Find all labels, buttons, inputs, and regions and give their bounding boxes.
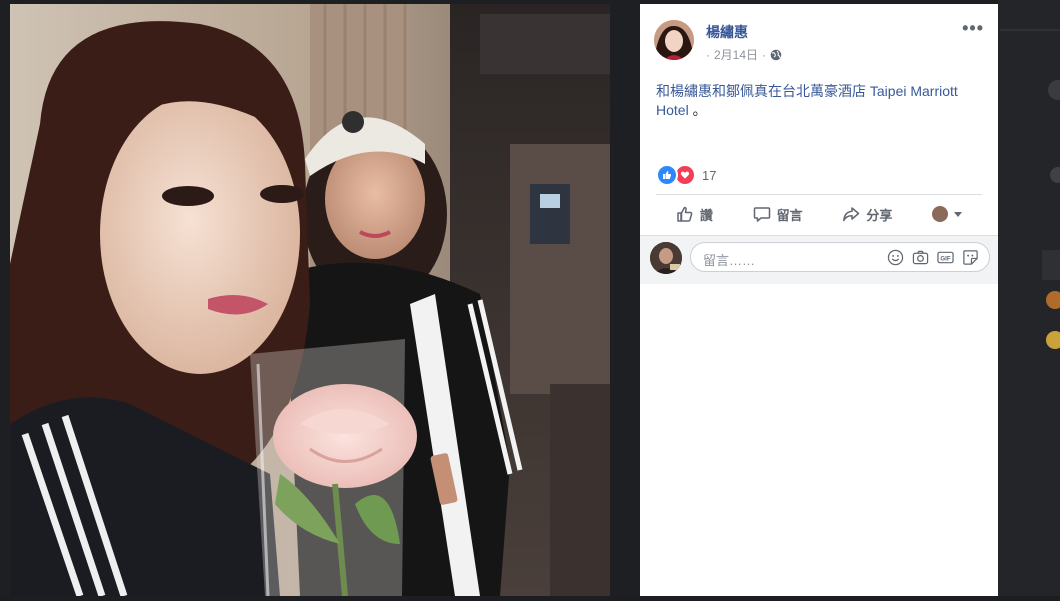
emoji-icon[interactable]: [887, 249, 904, 266]
post-actions: 讚 留言 分享: [656, 196, 982, 232]
comment-icon: [753, 207, 770, 222]
sticker-icon[interactable]: [962, 249, 979, 266]
post-text: 和楊繡惠和鄒佩真在台北萬豪酒店 Taipei Marriott Hotel 。: [656, 82, 976, 120]
comment-composer: 留言…… GIF: [640, 236, 998, 284]
divider: [656, 194, 982, 195]
user-avatar[interactable]: [650, 242, 682, 274]
post-panel: 楊繡惠 · 2月14日 · ••• 和楊繡惠和鄒佩真在台北萬豪酒店 Taipei…: [640, 4, 998, 596]
reaction-count: 17: [702, 167, 717, 183]
post-meta: · 2月14日 ·: [706, 46, 782, 63]
share-icon: [843, 207, 860, 222]
svg-text:GIF: GIF: [940, 255, 950, 262]
chevron-down-icon: [954, 211, 963, 217]
gif-icon[interactable]: GIF: [937, 249, 954, 266]
photo-viewer: [0, 0, 640, 596]
post-text-tail: 。: [692, 102, 707, 118]
like-label: 讚: [699, 207, 713, 223]
globe-icon[interactable]: [770, 49, 782, 61]
reaction-identity-selector[interactable]: [932, 206, 963, 222]
post-photo[interactable]: [10, 4, 610, 596]
comment-input[interactable]: 留言…… GIF: [690, 242, 990, 272]
comment-tools: GIF: [887, 249, 979, 266]
share-button[interactable]: 分享: [842, 205, 892, 224]
photo-illustration: [10, 4, 610, 596]
author-avatar[interactable]: [654, 20, 694, 60]
thumbs-up-icon: [656, 164, 678, 186]
comment-button[interactable]: 留言: [753, 205, 803, 224]
share-label: 分享: [866, 207, 893, 223]
user-avatar: [932, 206, 949, 222]
camera-icon[interactable]: [912, 249, 929, 266]
reactions-summary[interactable]: 17: [656, 164, 716, 186]
comment-label: 留言: [776, 207, 803, 223]
feed-edge-graphic: [1000, 29, 1060, 349]
like-icon: [677, 206, 693, 222]
background-feed-edge: [998, 0, 1060, 596]
more-horizontal-icon[interactable]: •••: [962, 18, 984, 39]
comment-placeholder: 留言……: [703, 253, 756, 268]
author-name[interactable]: 楊繡惠: [706, 22, 748, 42]
post-date[interactable]: 2月14日: [714, 46, 758, 63]
like-button[interactable]: 讚: [676, 205, 713, 224]
